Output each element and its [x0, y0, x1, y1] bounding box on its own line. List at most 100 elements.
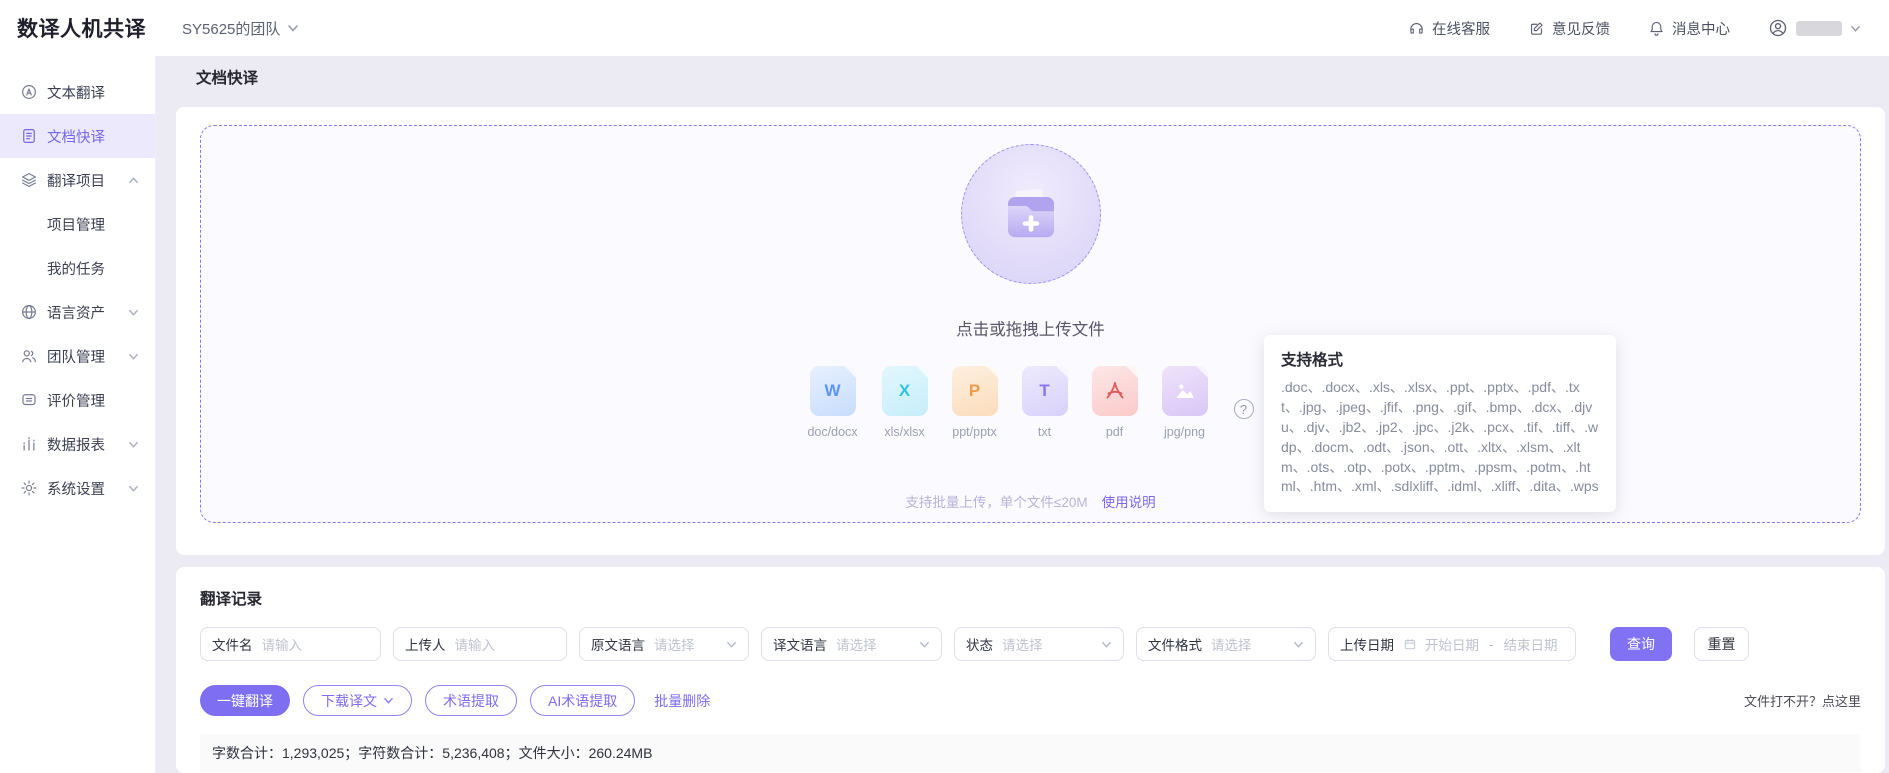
filetype-label: doc/docx — [807, 425, 857, 439]
source-language-select[interactable]: 原文语言 请选择 — [579, 627, 749, 661]
globe-icon — [20, 303, 38, 321]
search-button[interactable]: 查询 — [1610, 627, 1672, 661]
message-center-link[interactable]: 消息中心 — [1648, 18, 1730, 39]
sidebar-item-language-assets[interactable]: 语言资产 — [0, 290, 155, 334]
sidebar-item-label: 评价管理 — [47, 390, 139, 411]
sidebar-item-label: 我的任务 — [47, 258, 139, 279]
image-file-icon — [1162, 366, 1208, 416]
word-count-value: 1,293,025 — [282, 745, 344, 761]
team-icon — [20, 347, 38, 365]
excel-file-icon: X — [882, 366, 928, 416]
filter-placeholder: 请选择 — [654, 634, 695, 654]
sidebar-item-my-tasks[interactable]: 我的任务 — [0, 246, 155, 290]
sidebar-item-label: 翻译项目 — [47, 170, 128, 191]
chevron-down-icon — [383, 695, 394, 706]
sidebar-item-doc-quick-translate[interactable]: 文档快译 — [0, 114, 155, 158]
reset-button[interactable]: 重置 — [1694, 627, 1749, 661]
filetype-img: jpg/png — [1162, 366, 1208, 439]
one-click-translate-button[interactable]: 一键翻译 — [200, 685, 290, 716]
upload-circle[interactable] — [961, 144, 1101, 284]
chevron-down-icon — [1293, 639, 1304, 650]
filetype-letter: P — [969, 381, 980, 401]
filetype-label: xls/xlsx — [884, 425, 924, 439]
filetype-label: pdf — [1106, 425, 1123, 439]
filetype-doc: W doc/docx — [807, 366, 857, 439]
term-extract-button[interactable]: 术语提取 — [425, 685, 517, 716]
sidebar-item-translate-projects[interactable]: 翻译项目 — [0, 158, 155, 202]
date-start-placeholder: 开始日期 — [1425, 634, 1479, 654]
chevron-down-icon — [726, 639, 737, 650]
chevron-down-icon — [128, 439, 139, 450]
online-support-link[interactable]: 在线客服 — [1408, 18, 1490, 39]
user-menu[interactable] — [1768, 18, 1861, 38]
chevron-down-icon — [128, 351, 139, 362]
word-count-label: 字数合计： — [212, 743, 282, 763]
uploader-filter-input[interactable]: 上传人 请输入 — [393, 627, 567, 661]
upload-card: 点击或拖拽上传文件 W doc/docx X xls/xlsx P ppt/pp… — [176, 107, 1885, 555]
chevron-down-icon — [1101, 639, 1112, 650]
app-logo: 数译人机共译 — [0, 13, 156, 43]
chevron-up-icon — [128, 175, 139, 186]
actions-row: 一键翻译 下载译文 术语提取 AI术语提取 批量删除 文件打不开？点这里 — [200, 685, 1861, 716]
sidebar-item-system-settings[interactable]: 系统设置 — [0, 466, 155, 510]
file-size-label: 文件大小： — [519, 743, 589, 763]
sidebar-item-review-management[interactable]: 评价管理 — [0, 378, 155, 422]
team-selector[interactable]: SY5625的团队 — [156, 18, 299, 39]
filetype-letter: X — [899, 381, 910, 401]
avatar-icon — [1768, 18, 1788, 38]
feedback-link[interactable]: 意见反馈 — [1528, 18, 1610, 39]
download-translation-button[interactable]: 下载译文 — [303, 685, 412, 716]
sidebar-item-text-translate[interactable]: 文本翻译 — [0, 70, 155, 114]
filter-label: 文件名 — [212, 634, 253, 654]
char-count-value: 5,236,408 — [442, 745, 504, 761]
sidebar-item-data-reports[interactable]: 数据报表 — [0, 422, 155, 466]
user-name-redacted — [1796, 21, 1842, 36]
upload-hint-text: 支持批量上传，单个文件≤20M — [905, 491, 1087, 511]
translation-records-card: 翻译记录 文件名 请输入 上传人 请输入 原文语言 请选择 译文语言 请选择 — [176, 567, 1885, 773]
feedback-icon — [1528, 20, 1545, 37]
ppt-file-icon: P — [952, 366, 998, 416]
filetype-ppt: P ppt/pptx — [952, 366, 998, 439]
file-format-select[interactable]: 文件格式 请选择 — [1136, 627, 1316, 661]
ai-term-extract-button[interactable]: AI术语提取 — [530, 685, 635, 716]
date-separator: - — [1489, 637, 1494, 652]
text-translate-icon — [20, 83, 38, 101]
filter-placeholder: 请输入 — [262, 634, 303, 654]
sidebar: 文本翻译 文档快译 翻译项目 项目管理 我的任务 — [0, 56, 156, 773]
page-title-bar: 文档快译 — [156, 56, 1889, 98]
sidebar-item-team-management[interactable]: 团队管理 — [0, 334, 155, 378]
upload-date-range-picker[interactable]: 上传日期 开始日期 - 结束日期 — [1328, 627, 1576, 661]
sidebar-item-label: 数据报表 — [47, 434, 128, 455]
target-language-select[interactable]: 译文语言 请选择 — [761, 627, 942, 661]
chevron-down-icon — [1850, 23, 1861, 34]
filetype-xls: X xls/xlsx — [882, 366, 928, 439]
word-file-icon: W — [810, 366, 856, 416]
bar-chart-icon — [20, 435, 38, 453]
sidebar-item-project-management[interactable]: 项目管理 — [0, 202, 155, 246]
message-center-label: 消息中心 — [1672, 18, 1730, 39]
upload-hint-row: 支持批量上传，单个文件≤20M 使用说明 — [905, 491, 1155, 511]
bell-icon — [1648, 20, 1665, 37]
chevron-down-icon — [128, 307, 139, 318]
char-count-label: 字符数合计： — [358, 743, 442, 763]
records-title: 翻译记录 — [200, 587, 1861, 609]
headset-icon — [1408, 20, 1425, 37]
filter-label: 文件格式 — [1148, 634, 1202, 654]
feedback-label: 意见反馈 — [1552, 18, 1610, 39]
format-help-icon[interactable]: ? — [1234, 399, 1254, 419]
page-title: 文档快译 — [196, 66, 258, 88]
online-support-label: 在线客服 — [1432, 18, 1490, 39]
sidebar-item-label: 文本翻译 — [47, 82, 139, 103]
file-open-help-link[interactable]: 文件打不开？点这里 — [1744, 691, 1861, 710]
filetype-letter: T — [1039, 381, 1049, 401]
status-select[interactable]: 状态 请选择 — [954, 627, 1124, 661]
filter-placeholder: 请输入 — [455, 634, 496, 654]
sidebar-item-label: 语言资产 — [47, 302, 128, 323]
download-translation-label: 下载译文 — [321, 691, 377, 711]
chevron-down-icon — [128, 483, 139, 494]
file-size-value: 260.24MB — [589, 745, 653, 761]
upload-main-text: 点击或拖拽上传文件 — [956, 316, 1105, 340]
batch-delete-button[interactable]: 批量删除 — [648, 685, 716, 716]
filename-filter-input[interactable]: 文件名 请输入 — [200, 627, 381, 661]
usage-guide-link[interactable]: 使用说明 — [1102, 491, 1156, 511]
